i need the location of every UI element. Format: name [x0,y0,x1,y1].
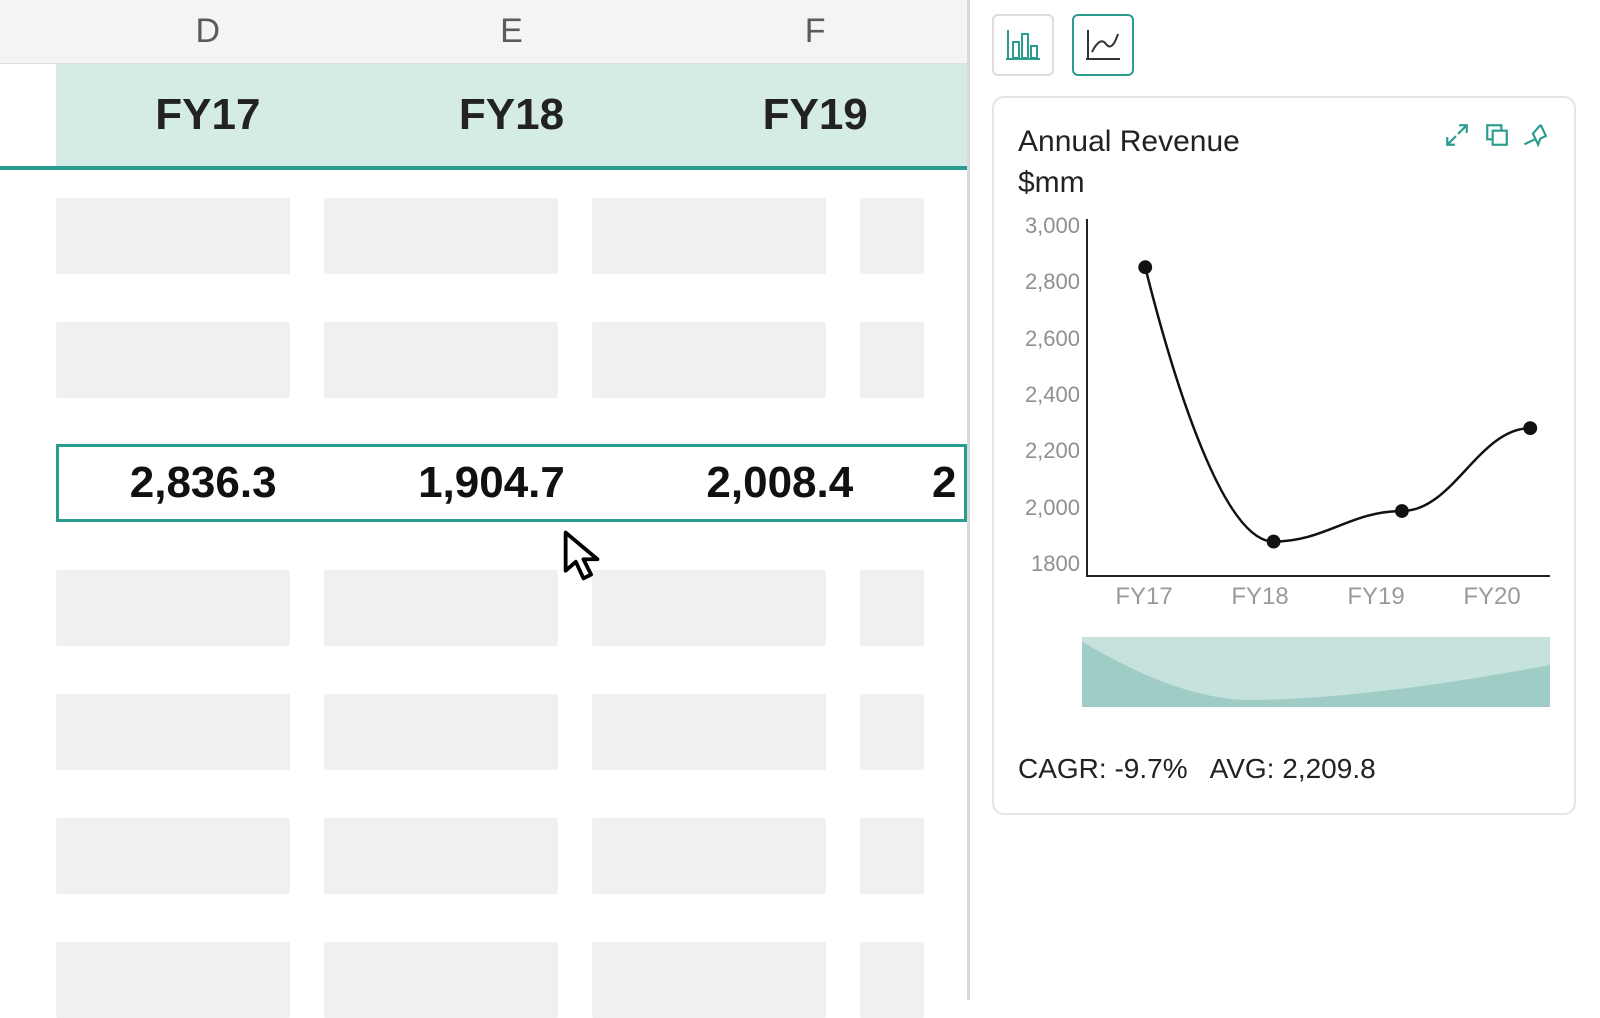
column-header-e[interactable]: E [360,0,664,63]
placeholder-cell[interactable] [592,694,826,770]
placeholder-cell[interactable] [324,322,558,398]
placeholder-cell[interactable] [592,818,826,894]
placeholder-cell[interactable] [860,322,924,398]
placeholder-cell[interactable] [56,322,290,398]
placeholder-cell[interactable] [56,942,290,1018]
table-row [56,198,967,274]
placeholder-cell[interactable] [324,570,558,646]
placeholder-cell[interactable] [324,818,558,894]
cell-fy18-value[interactable]: 1,904.7 [347,458,635,508]
line-chart-svg [1086,219,1550,572]
table-row [56,694,967,770]
column-header-f[interactable]: F [663,0,967,63]
chart-card: Annual Revenue $mm 3,000 2,800 [992,96,1576,815]
chart-type-bar-button[interactable] [992,14,1054,76]
placeholder-cell[interactable] [592,942,826,1018]
bar-chart-icon [1006,30,1040,60]
chart-stats: CAGR: -9.7% AVG: 2,209.8 [1018,753,1550,785]
column-header-d[interactable]: D [56,0,360,63]
spreadsheet-area[interactable]: D E F FY17 FY18 FY19 2,836.3 1,904.7 2,0… [0,0,970,1000]
line-chart-icon [1086,30,1120,60]
selected-data-row[interactable]: 2,836.3 1,904.7 2,008.4 2 [56,444,967,522]
row-gutter [0,0,56,63]
cell-fy20-value-partial[interactable]: 2 [924,458,964,508]
chart-side-panel: Annual Revenue $mm 3,000 2,800 [970,0,1600,1000]
placeholder-cell[interactable] [324,694,558,770]
placeholder-cell[interactable] [324,198,558,274]
sparkline-area[interactable] [1082,637,1550,707]
cell-fy17-value[interactable]: 2,836.3 [59,458,347,508]
expand-icon[interactable] [1444,122,1470,148]
header-cell-fy19[interactable]: FY19 [663,64,967,166]
placeholder-cell[interactable] [860,694,924,770]
placeholder-cell[interactable] [860,198,924,274]
table-row [56,942,967,1018]
placeholder-cell[interactable] [56,570,290,646]
y-axis-ticks: 3,000 2,800 2,600 2,400 2,200 2,000 1800 [1018,213,1080,577]
table-row [56,322,967,398]
placeholder-cell[interactable] [56,694,290,770]
placeholder-cell[interactable] [56,818,290,894]
pin-icon[interactable] [1524,122,1550,148]
header-cell-fy17[interactable]: FY17 [56,64,360,166]
row-gutter [0,64,56,166]
fiscal-year-header-row: FY17 FY18 FY19 [0,64,967,170]
table-row [56,570,967,646]
header-cell-fy18[interactable]: FY18 [360,64,664,166]
table-row [56,818,967,894]
placeholder-cell[interactable] [56,198,290,274]
placeholder-cell[interactable] [860,942,924,1018]
copy-icon[interactable] [1484,122,1510,148]
placeholder-cell[interactable] [592,198,826,274]
line-chart: 3,000 2,800 2,600 2,400 2,200 2,000 1800… [1018,213,1550,613]
x-axis-ticks: FY17 FY18 FY19 FY20 [1086,583,1550,613]
placeholder-cell[interactable] [592,322,826,398]
chart-type-line-button[interactable] [1072,14,1134,76]
placeholder-cell[interactable] [860,818,924,894]
chart-title: Annual Revenue $mm [1018,122,1240,203]
cell-fy19-value[interactable]: 2,008.4 [636,458,924,508]
placeholder-cell[interactable] [324,942,558,1018]
column-header-row: D E F [0,0,967,64]
placeholder-cell[interactable] [592,570,826,646]
placeholder-cell[interactable] [860,570,924,646]
